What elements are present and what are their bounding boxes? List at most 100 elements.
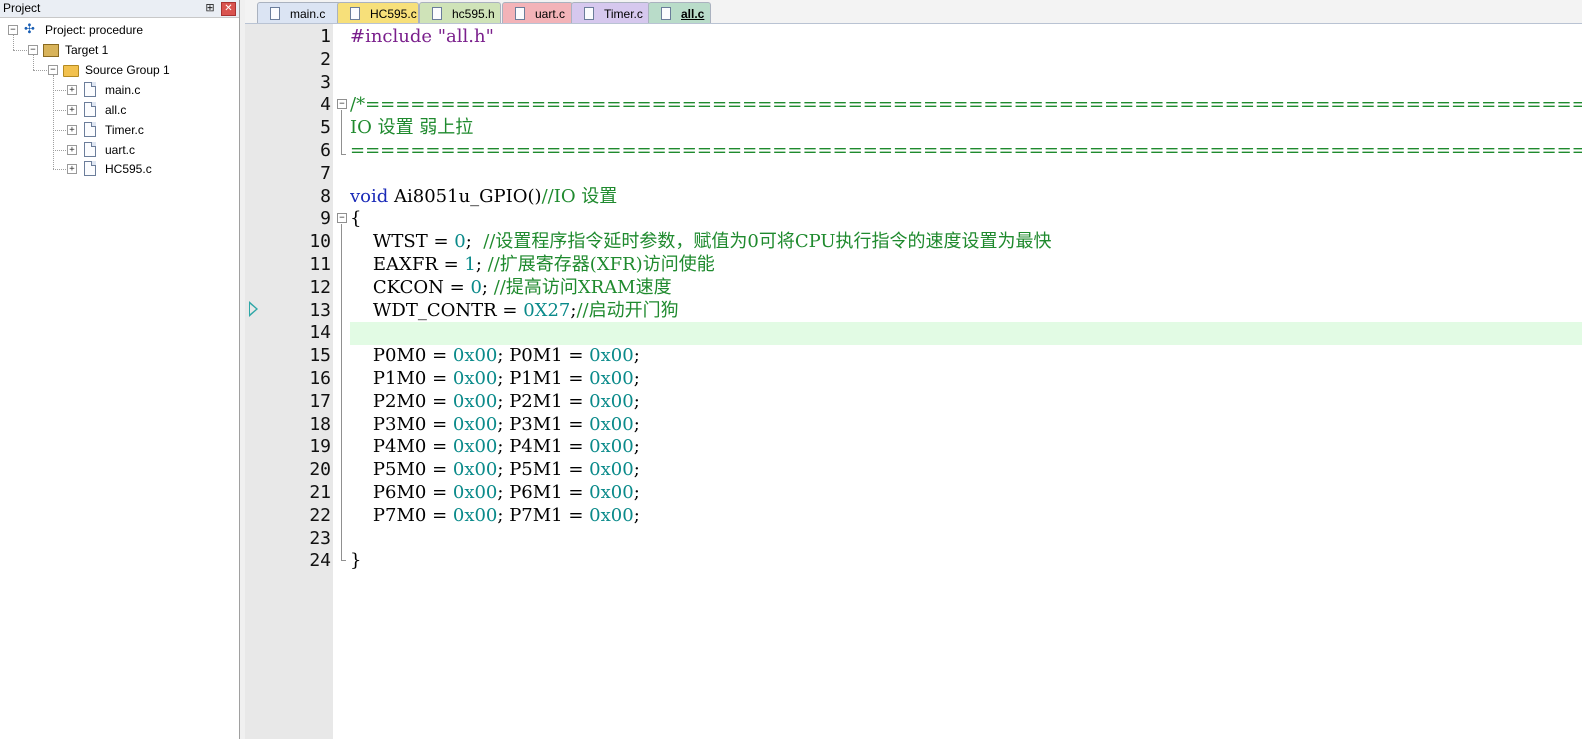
number-literal: 0x00 xyxy=(589,413,634,435)
separator: ; xyxy=(633,413,640,435)
number-literal: 0x00 xyxy=(589,345,634,367)
tree-item-label: Target 1 xyxy=(65,43,109,57)
tab-hc595-h[interactable]: hc595.h xyxy=(419,2,501,23)
comment: //设置程序指令延时参数，赋值为0可将CPU执行指令的速度设置为最快 xyxy=(483,231,1052,253)
operator: = xyxy=(562,345,590,367)
tree-item-target[interactable]: − Target 1 xyxy=(0,41,230,59)
operator: = xyxy=(562,367,590,389)
number-literal: 0x00 xyxy=(589,390,634,412)
line-number: 7 xyxy=(320,162,331,184)
line-number: 21 xyxy=(309,481,331,503)
current-line-arrow-icon xyxy=(249,301,258,317)
line-number: 15 xyxy=(309,345,331,367)
number-literal: 0x00 xyxy=(452,367,498,389)
tab-timer-c[interactable]: Timer.c xyxy=(571,2,650,23)
code-line: P6M0 = 0x00; P6M1 = 0x00; xyxy=(350,482,1582,505)
expand-icon[interactable]: + xyxy=(67,85,77,95)
comment-line: ========================================… xyxy=(350,139,1582,161)
tree-item-project[interactable]: − ✣ Project: procedure xyxy=(0,21,230,39)
number-literal: 0x00 xyxy=(452,345,498,367)
register-name: P6M0 xyxy=(372,481,427,503)
tab-label: Timer.c xyxy=(604,7,643,21)
register-name: P1M0 xyxy=(372,367,427,389)
file-icon xyxy=(515,7,525,20)
collapse-icon[interactable]: − xyxy=(8,25,18,35)
code-text-segment: WDT_CONTR = xyxy=(350,299,524,321)
expand-icon[interactable]: + xyxy=(67,105,77,115)
code-editor[interactable]: − − 1 2 3 4 5 6 7 8 9 10 11 12 13 14 15 16 17 18 19 20 21 22 2… xyxy=(245,24,1582,739)
separator: ; xyxy=(633,390,640,412)
separator: ; xyxy=(497,436,510,458)
register-name: P4M0 xyxy=(372,436,427,458)
tab-hc595-c[interactable]: HC595.c xyxy=(337,2,419,23)
operator: = xyxy=(562,459,590,481)
operator: = xyxy=(562,436,590,458)
line-number: 13 xyxy=(309,299,331,321)
collapse-icon[interactable]: − xyxy=(48,65,58,75)
tree-item-label: Project: procedure xyxy=(45,23,144,37)
operator: = xyxy=(426,390,453,412)
collapse-icon[interactable]: − xyxy=(28,45,38,55)
code-text[interactable]: #include "all.h" /*=====================… xyxy=(350,26,1582,573)
tree-item-file[interactable]: + main.c xyxy=(0,81,230,99)
tree-item-file[interactable]: + Timer.c xyxy=(0,121,230,139)
code-line: WDT_CONTR = 0X27;//启动开门狗 xyxy=(350,300,1582,323)
code-text-segment: EAXFR = xyxy=(350,253,465,275)
line-number: 18 xyxy=(309,413,331,435)
code-line: P5M0 = 0x00; P5M1 = 0x00; xyxy=(350,459,1582,482)
line-number: 2 xyxy=(320,48,331,70)
tree-item-file[interactable]: + all.c xyxy=(0,101,230,119)
fold-gutter: − − xyxy=(333,24,350,739)
expand-icon[interactable]: + xyxy=(67,164,77,174)
preprocessor-directive: #include xyxy=(350,26,438,47)
line-number: 22 xyxy=(309,504,331,526)
close-icon[interactable]: ✕ xyxy=(221,2,236,16)
operator: = xyxy=(562,504,590,526)
comment-line: IO 设置 弱上拉 xyxy=(350,117,474,139)
code-line: WTST = 0; //设置程序指令延时参数，赋值为0可将CPU执行指令的速度设… xyxy=(350,231,1582,254)
fold-collapse-icon[interactable]: − xyxy=(337,99,347,109)
separator: ; xyxy=(497,504,510,526)
operator: = xyxy=(562,390,590,412)
line-number: 12 xyxy=(309,276,331,298)
separator: ; xyxy=(633,459,640,481)
tree-item-source-group[interactable]: − Source Group 1 xyxy=(0,61,230,79)
code-line: #include "all.h" xyxy=(350,26,1582,49)
line-number: 1 xyxy=(320,26,331,47)
file-icon xyxy=(84,102,96,117)
editor-tab-bar: main.c HC595.c hc595.h uart.c Timer.c al… xyxy=(245,0,1582,24)
fold-line xyxy=(341,224,342,560)
code-line: P7M0 = 0x00; P7M1 = 0x00; xyxy=(350,505,1582,528)
fold-collapse-icon[interactable]: − xyxy=(337,213,347,223)
operator: = xyxy=(562,481,590,503)
operator: = xyxy=(426,481,453,503)
tree-item-file[interactable]: + HC595.c xyxy=(0,160,230,178)
file-icon xyxy=(661,7,671,20)
expand-icon[interactable]: + xyxy=(67,145,77,155)
highlighted-code-line xyxy=(350,322,1582,346)
include-path: "all.h" xyxy=(437,26,494,47)
line-number: 9 xyxy=(320,208,331,230)
number-literal: 0x00 xyxy=(589,436,634,458)
project-panel-header: Project ⊞ ✕ xyxy=(0,0,239,18)
number-literal: 0x00 xyxy=(452,413,498,435)
code-line: P0M0 = 0x00; P0M1 = 0x00; xyxy=(350,345,1582,368)
separator: ; xyxy=(633,481,640,503)
tree-item-file[interactable]: + uart.c xyxy=(0,141,230,159)
expand-icon[interactable]: + xyxy=(67,125,77,135)
tab-uart-c[interactable]: uart.c xyxy=(502,2,573,23)
tab-all-c[interactable]: all.c xyxy=(648,2,711,23)
fold-end xyxy=(341,560,346,561)
operator: = xyxy=(426,345,453,367)
fold-line xyxy=(341,110,342,154)
register-name: P0M0 xyxy=(372,345,427,367)
register-name: P3M1 xyxy=(509,413,563,435)
pin-icon[interactable]: ⊞ xyxy=(203,0,217,16)
number-literal: 0X27 xyxy=(523,299,571,321)
tab-main-c[interactable]: main.c xyxy=(257,2,341,23)
code-text-segment: WTST = xyxy=(350,231,455,253)
port-config-lines: P0M0 = 0x00; P0M1 = 0x00; P1M0 = 0x00; P… xyxy=(350,345,1582,527)
tab-label: main.c xyxy=(290,7,326,21)
